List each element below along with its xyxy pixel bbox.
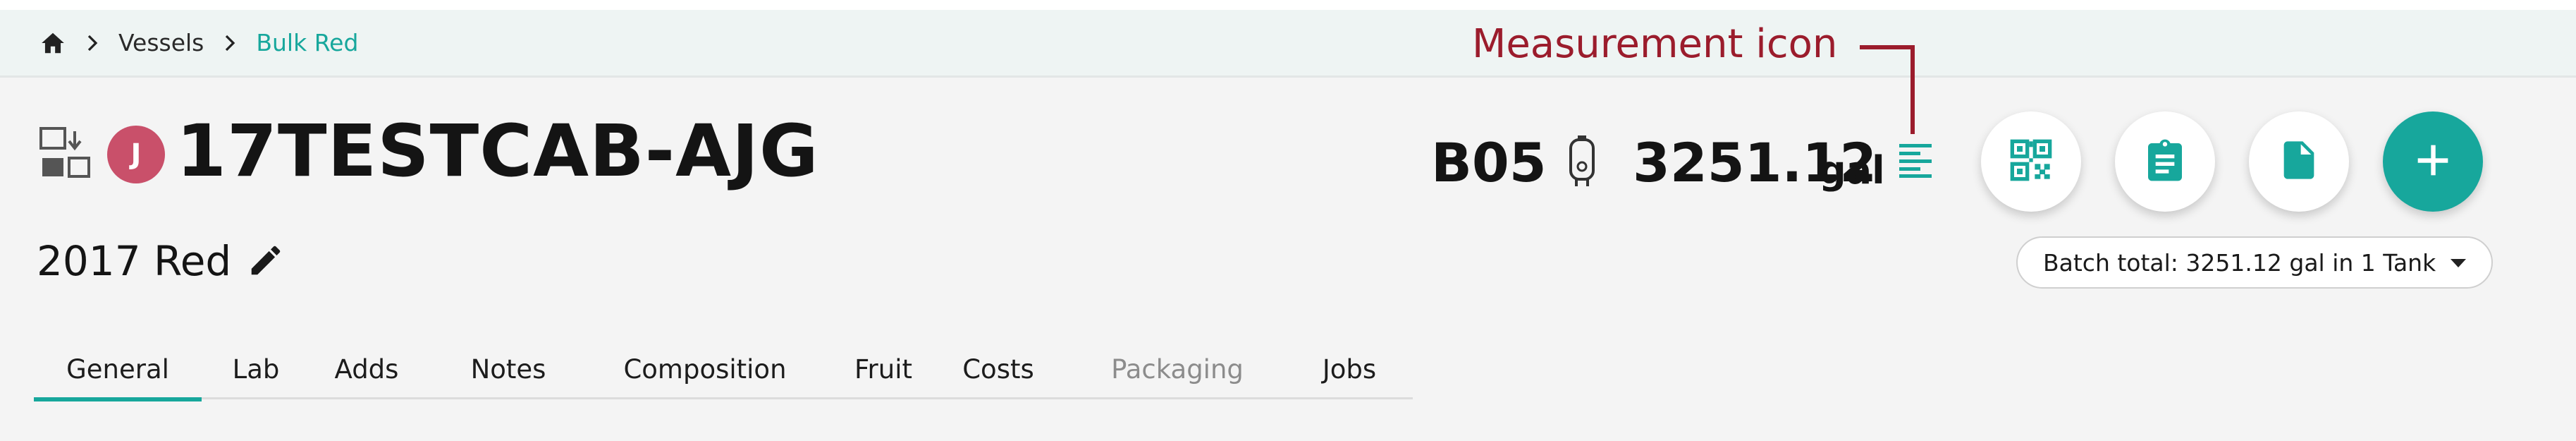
tab-notes[interactable]: Notes bbox=[446, 339, 571, 399]
tab-bar: General Lab Adds Notes Composition Fruit… bbox=[34, 339, 1413, 401]
clipboard-button[interactable] bbox=[2115, 111, 2215, 212]
move-vessel-icon[interactable] bbox=[39, 127, 92, 179]
tab-lab[interactable]: Lab bbox=[216, 339, 296, 399]
annotation-line bbox=[1860, 45, 1915, 49]
page-title: 17TESTCAB-AJG bbox=[176, 109, 819, 193]
tab-composition[interactable]: Composition bbox=[602, 339, 808, 399]
tab-fruit[interactable]: Fruit bbox=[842, 339, 925, 399]
edit-pencil-icon[interactable] bbox=[247, 241, 285, 279]
document-icon bbox=[2276, 138, 2322, 186]
tab-general[interactable]: General bbox=[34, 339, 202, 401]
plus-icon bbox=[2410, 138, 2455, 186]
measurement-icon[interactable] bbox=[1898, 143, 1933, 178]
tab-costs[interactable]: Costs bbox=[947, 339, 1049, 399]
vessel-code[interactable]: B05 bbox=[1431, 131, 1547, 194]
volume-unit: gal bbox=[1819, 148, 1885, 193]
home-icon[interactable] bbox=[39, 30, 66, 56]
chevron-right-icon bbox=[82, 32, 103, 54]
annotation-line bbox=[1910, 45, 1915, 134]
chevron-right-icon bbox=[219, 32, 240, 54]
avatar[interactable]: J bbox=[107, 126, 165, 183]
page: Vessels Bulk Red Measurement icon J 17TE… bbox=[0, 0, 2576, 441]
breadcrumb-vessels[interactable]: Vessels bbox=[118, 29, 204, 56]
dropdown-caret-icon bbox=[2451, 259, 2466, 267]
batch-subtitle: 2017 Red bbox=[37, 237, 232, 285]
tab-jobs[interactable]: Jobs bbox=[1303, 339, 1396, 399]
qr-code-icon bbox=[2008, 138, 2054, 186]
breadcrumb-current[interactable]: Bulk Red bbox=[256, 29, 358, 56]
tab-adds[interactable]: Adds bbox=[312, 339, 422, 399]
breadcrumb: Vessels Bulk Red bbox=[0, 10, 2576, 78]
tab-packaging: Packaging bbox=[1111, 354, 1244, 385]
qr-code-button[interactable] bbox=[1981, 111, 2081, 212]
document-button[interactable] bbox=[2249, 111, 2349, 212]
add-button[interactable] bbox=[2383, 111, 2483, 212]
batch-total-select[interactable]: Batch total: 3251.12 gal in 1 Tank bbox=[2016, 236, 2493, 289]
clipboard-icon bbox=[2142, 138, 2188, 186]
batch-total-label: Batch total: 3251.12 gal in 1 Tank bbox=[2043, 248, 2436, 277]
top-border bbox=[0, 0, 2576, 10]
annotation-label: Measurement icon bbox=[1472, 21, 1838, 67]
tank-icon bbox=[1566, 134, 1597, 188]
